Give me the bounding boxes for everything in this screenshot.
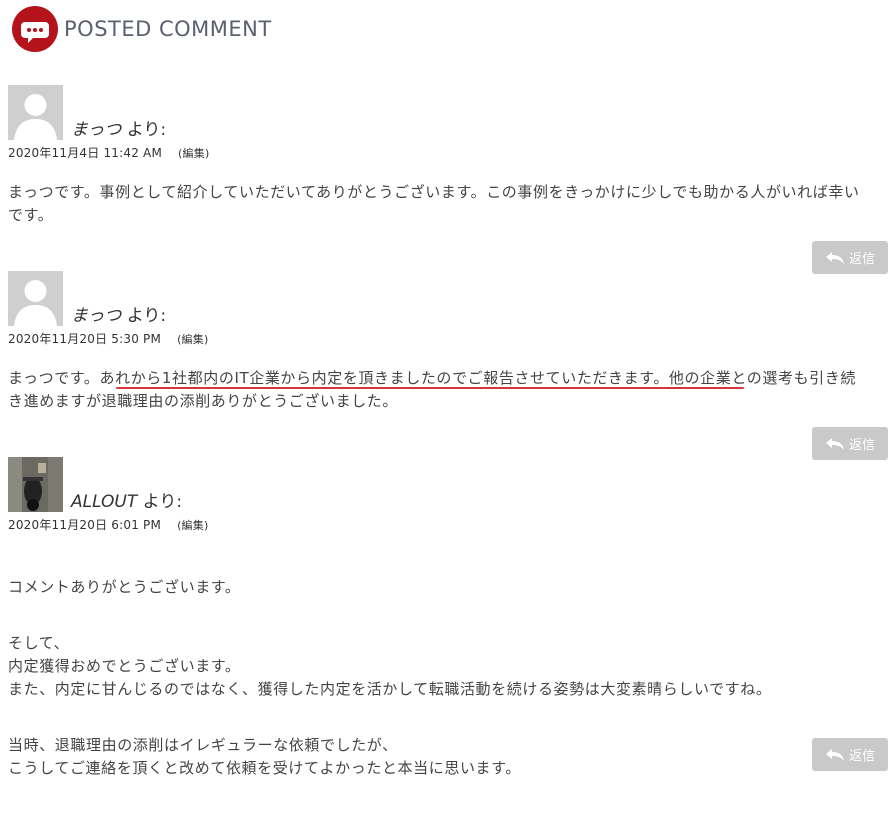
reply-label: 返信 [848,749,875,764]
default-avatar [8,271,63,326]
comment-body: まっつです。あれから1社都内のIT企業から内定を頂きましたのでご報告させていただ… [8,367,868,413]
comment-paragraph: まっつです。事例として紹介していただいてありがとうございます。この事例をきっかけ… [8,183,860,224]
comment-body: まっつです。事例として紹介していただいてありがとうございます。この事例をきっかけ… [8,181,868,227]
comment-date[interactable]: 2020年11月4日 11:42 AM [8,146,162,160]
section-title: POSTED COMMENT [64,17,272,41]
comment-author: まっつ より: [71,120,166,140]
photo-avatar [8,457,63,512]
author-name[interactable]: ALLOUT [71,492,137,512]
comment-date[interactable]: 2020年11月20日 5:30 PM [8,332,161,346]
comment-meta: 2020年11月20日 5:30 PM (編集) [8,330,868,347]
edit-link[interactable]: (編集) [178,147,209,160]
comment-meta: 2020年11月20日 6:01 PM (編集) [8,516,868,533]
comment-item: ALLOUT より: 2020年11月20日 6:01 PM (編集) コメント… [8,457,868,813]
says-label: より: [126,120,167,140]
says-label: より: [126,306,167,326]
default-avatar [8,85,63,140]
reply-button[interactable]: 返信 [812,738,888,771]
highlight-underline [116,387,744,389]
comment-item: まっつ より: 2020年11月20日 5:30 PM (編集) まっつです。あ… [8,271,868,423]
speech-bubble-icon [12,6,58,52]
reply-button[interactable]: 返信 [812,427,888,460]
comment-body: コメントありがとうございます。 そして、 内定獲得おめでとうございます。 また、… [8,553,868,813]
comment-meta: 2020年11月4日 11:42 AM (編集) [8,144,868,161]
comments-header: POSTED COMMENT [12,6,272,52]
reply-label: 返信 [848,252,875,267]
says-label: より: [142,492,183,512]
comment-author: まっつ より: [71,306,166,326]
comment-paragraph: 当時、退職理由の添削はイレギュラーな依頼でしたが、 こうしてご連絡を頂くと改めて… [8,736,521,777]
author-name[interactable]: まっつ [71,306,121,326]
reply-arrow-icon [825,437,845,451]
comment-author: ALLOUT より: [71,492,182,512]
reply-arrow-icon [825,748,845,762]
comment-paragraph: まっつです。あれから1社都内のIT企業から内定を頂きましたのでご報告させていただ… [8,369,856,410]
author-name[interactable]: まっつ [71,120,121,140]
edit-link[interactable]: (編集) [177,333,208,346]
reply-button[interactable]: 返信 [812,241,888,274]
comment-paragraph: そして、 内定獲得おめでとうございます。 また、内定に甘んじるのではなく、獲得し… [8,634,772,698]
comment-paragraph: コメントありがとうございます。 [8,578,241,596]
comment-date[interactable]: 2020年11月20日 6:01 PM [8,518,161,532]
edit-link[interactable]: (編集) [177,519,208,532]
reply-arrow-icon [825,251,845,265]
reply-label: 返信 [848,438,875,453]
comment-item: まっつ より: 2020年11月4日 11:42 AM (編集) まっつです。事… [8,85,868,237]
